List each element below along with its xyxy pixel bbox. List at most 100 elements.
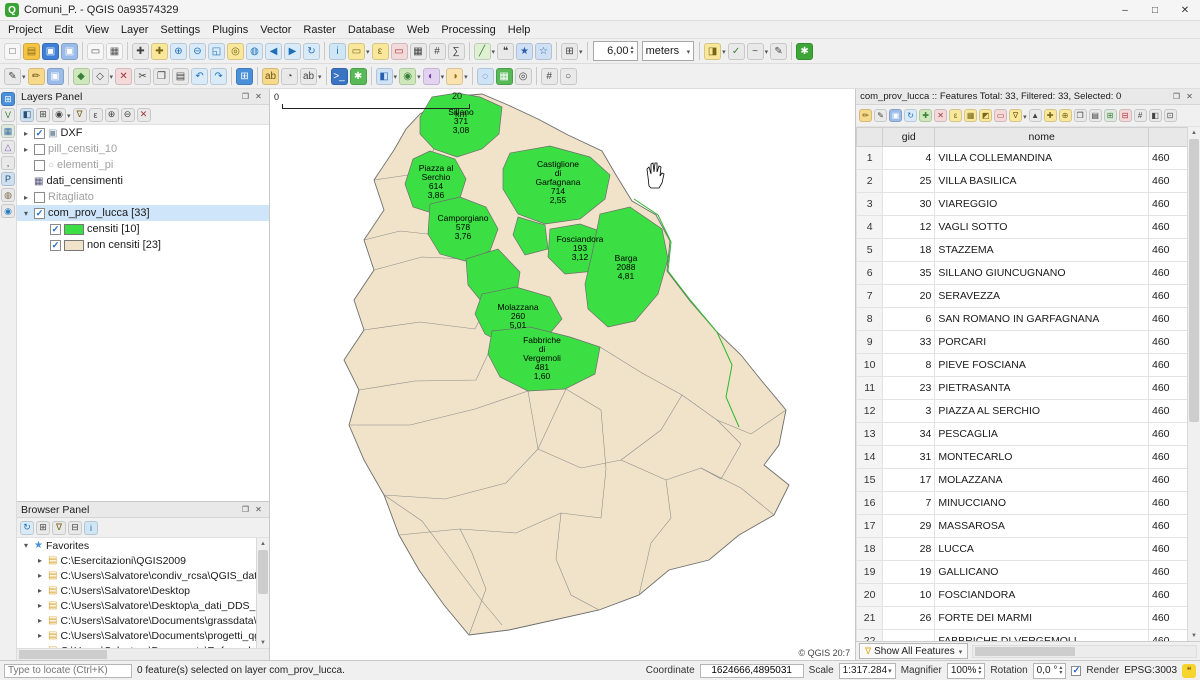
refresh-map-button[interactable]: ↻ [303, 43, 320, 60]
cell[interactable]: SILLANO GIUNCUGNANO [935, 262, 1149, 285]
row-number[interactable]: 6 [857, 262, 883, 285]
new-bookmark-button[interactable]: ★ [516, 43, 533, 60]
style-manager-button[interactable]: ✎ [770, 43, 787, 60]
labeling-options-button[interactable]: ab [300, 68, 322, 85]
cell[interactable]: 3 [883, 400, 935, 423]
undock-icon[interactable]: ❐ [239, 92, 252, 101]
menu-plugins[interactable]: Plugins [206, 23, 254, 37]
cell[interactable]: SAN ROMANO IN GARFAGNANA [935, 308, 1149, 331]
expander-icon[interactable]: ▸ [21, 145, 31, 154]
map-tips-button[interactable]: ❝ [497, 43, 514, 60]
row-number[interactable]: 1 [857, 147, 883, 170]
zoom-in-button[interactable]: ⊕ [170, 43, 187, 60]
manage-map-themes-button[interactable]: ◉ [52, 108, 71, 122]
layer-item-dxf[interactable]: ▸▣DXF [17, 125, 269, 141]
select-by-expression-table-button[interactable]: ε [949, 109, 962, 122]
menu-settings[interactable]: Settings [154, 23, 206, 37]
clip-tool-button[interactable]: ◧ [376, 68, 398, 85]
maximize-button[interactable]: □ [1140, 0, 1170, 20]
union-tool-button[interactable]: ◑ [446, 68, 468, 85]
menu-web[interactable]: Web [401, 23, 435, 37]
zoom-next-button[interactable]: ▶ [284, 43, 301, 60]
row-number[interactable]: 21 [857, 607, 883, 630]
browser-item-c-esercitazioni-qgis2009[interactable]: ▸▤C:\Esercitazioni\QGIS2009 [17, 553, 269, 568]
layer-labeling-button[interactable]: ab [262, 68, 279, 85]
intersection-tool-button[interactable]: ◐ [423, 68, 445, 85]
layer-item-com-prov-lucca-33[interactable]: ▾com_prov_lucca [33] [17, 205, 269, 221]
layer-diagrams-button[interactable]: ◔ [281, 68, 298, 85]
reload-table-button[interactable]: ↻ [904, 109, 917, 122]
move-selection-top-button[interactable]: ▲ [1029, 109, 1042, 122]
cell[interactable]: 460 [1148, 630, 1188, 642]
filter-browser-button[interactable]: ∇ [52, 521, 66, 535]
cell[interactable]: 31 [883, 446, 935, 469]
data-source-manager-button[interactable]: ⊞ [236, 68, 253, 85]
cell[interactable]: MINUCCIANO [935, 492, 1149, 515]
layer-item-elementi-pi[interactable]: ○elementi_pi [17, 157, 269, 173]
scroll-thumb[interactable] [975, 647, 1075, 656]
layer-checkbox[interactable] [50, 224, 61, 235]
identify-features-button[interactable]: i [329, 43, 346, 60]
osm-download-button[interactable]: ○ [560, 68, 577, 85]
row-number[interactable]: 7 [857, 285, 883, 308]
processing-toolbox-button[interactable]: ✱ [796, 43, 813, 60]
snapping-units-combo[interactable]: meters [642, 41, 695, 61]
locate-input[interactable] [4, 664, 132, 678]
browser-item-c-users-salvatore-desktop[interactable]: ▸▤C:\Users\Salvatore\Desktop [17, 583, 269, 598]
scroll-down-icon[interactable] [257, 637, 269, 648]
cell[interactable]: PESCAGLIA [935, 423, 1149, 446]
add-selected-layers-button[interactable]: ⊞ [36, 521, 50, 535]
expand-all-button[interactable]: ⊕ [105, 108, 119, 122]
cell[interactable]: 8 [883, 354, 935, 377]
layer-item-ritagliato[interactable]: ▸Ritagliato [17, 189, 269, 205]
remove-layer-button[interactable]: ✕ [137, 108, 151, 122]
menu-layer[interactable]: Layer [115, 23, 155, 37]
scroll-up-icon[interactable] [1188, 127, 1200, 138]
zoom-out-button[interactable]: ⊖ [189, 43, 206, 60]
row-number[interactable]: 9 [857, 331, 883, 354]
multi-edit-button[interactable]: ✎ [874, 109, 887, 122]
cell[interactable]: FORTE DEI MARMI [935, 607, 1149, 630]
cell[interactable]: 19 [883, 561, 935, 584]
add-delimited-text-layer-button[interactable]: , [1, 156, 15, 170]
zoom-to-selection-table-button[interactable]: ⊕ [1059, 109, 1072, 122]
cell[interactable]: 25 [883, 170, 935, 193]
add-spatialite-layer-button[interactable]: ◍ [1, 188, 15, 202]
cell[interactable]: 460 [1148, 538, 1188, 561]
layer-checkbox[interactable] [34, 192, 45, 203]
expander-icon[interactable]: ▸ [21, 193, 31, 202]
column-header-gid[interactable]: gid [883, 128, 935, 147]
statistical-summary-button[interactable]: ∑ [448, 43, 465, 60]
new-print-layout-button[interactable]: ▭ [87, 43, 104, 60]
paste-features-button[interactable]: ▤ [172, 68, 189, 85]
expander-icon[interactable]: ▸ [35, 631, 45, 640]
row-number[interactable]: 18 [857, 538, 883, 561]
new-map-view-button[interactable]: ⊞ [561, 43, 583, 60]
cell[interactable]: 460 [1148, 400, 1188, 423]
zoom-last-button[interactable]: ◀ [265, 43, 282, 60]
cell[interactable]: 460 [1148, 285, 1188, 308]
save-layer-edits-button[interactable]: ▣ [47, 68, 64, 85]
cell[interactable]: MASSAROSA [935, 515, 1149, 538]
expander-icon[interactable]: ▸ [21, 129, 31, 138]
cell[interactable]: 6 [883, 308, 935, 331]
cell[interactable]: GALLICANO [935, 561, 1149, 584]
cell[interactable]: 28 [883, 538, 935, 561]
cell[interactable]: 460 [1148, 469, 1188, 492]
deselect-all-button[interactable]: ▭ [391, 43, 408, 60]
row-number[interactable]: 20 [857, 584, 883, 607]
row-number[interactable]: 5 [857, 239, 883, 262]
cell[interactable]: SERAVEZZA [935, 285, 1149, 308]
browser-vertical-scrollbar[interactable] [256, 538, 269, 648]
cell[interactable]: 7 [883, 492, 935, 515]
save-project-button[interactable]: ▣ [42, 43, 59, 60]
show-all-features-button[interactable]: ∇ Show All Features [859, 643, 968, 659]
expander-icon[interactable]: ▸ [35, 571, 45, 580]
menu-edit[interactable]: Edit [48, 23, 79, 37]
cell[interactable]: PIEVE FOSCIANA [935, 354, 1149, 377]
cell[interactable]: 460 [1148, 147, 1188, 170]
cell[interactable]: VILLA BASILICA [935, 170, 1149, 193]
cell[interactable]: 460 [1148, 170, 1188, 193]
cut-features-button[interactable]: ✂ [134, 68, 151, 85]
buffer-tool-button[interactable]: ◉ [399, 68, 421, 85]
